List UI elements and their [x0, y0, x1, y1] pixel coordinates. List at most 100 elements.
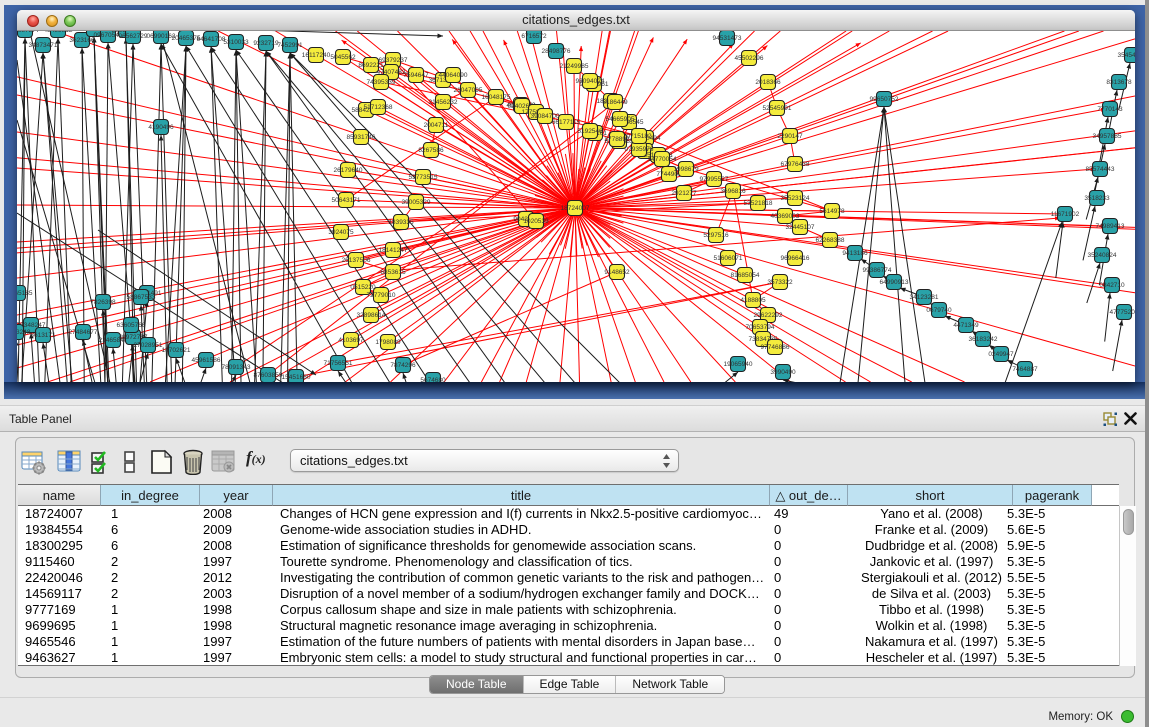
- svg-text:85931746: 85931746: [347, 134, 376, 141]
- svg-text:1998679: 1998679: [673, 166, 699, 173]
- svg-text:72779010: 72779010: [367, 292, 396, 299]
- svg-text:71756551: 71756551: [324, 360, 353, 367]
- svg-text:34873471: 34873471: [29, 42, 58, 49]
- svg-text:3924075: 3924075: [328, 229, 354, 236]
- svg-text:7594647: 7594647: [403, 72, 429, 79]
- svg-text:81685054: 81685054: [731, 272, 760, 279]
- svg-text:5045562: 5045562: [330, 54, 356, 61]
- svg-text:5674680: 5674680: [420, 377, 446, 382]
- svg-text:19065940: 19065940: [724, 361, 753, 368]
- svg-text:43455812: 43455812: [44, 31, 73, 34]
- svg-text:5186449: 5186449: [602, 99, 628, 106]
- svg-text:98094024: 98094024: [576, 78, 605, 85]
- svg-text:47775204: 47775204: [1110, 309, 1135, 316]
- svg-text:1020539: 1020539: [523, 218, 549, 225]
- svg-text:3623166: 3623166: [69, 37, 95, 44]
- svg-text:16048175: 16048175: [482, 94, 511, 101]
- svg-text:5614978: 5614978: [819, 208, 845, 215]
- svg-text:51606071: 51606071: [714, 255, 743, 262]
- svg-text:8313678: 8313678: [1106, 79, 1132, 86]
- svg-text:8613171: 8613171: [30, 332, 56, 339]
- svg-text:36183242: 36183242: [969, 336, 998, 343]
- svg-text:9232719: 9232719: [253, 40, 279, 47]
- svg-text:06562729: 06562729: [119, 33, 148, 40]
- svg-text:28498776: 28498776: [542, 48, 571, 55]
- svg-text:2921277: 2921277: [671, 190, 697, 197]
- svg-text:66177115: 66177115: [552, 119, 581, 126]
- svg-text:2290147: 2290147: [777, 133, 803, 140]
- svg-text:07935978: 07935978: [625, 146, 654, 153]
- svg-text:85574443: 85574443: [1086, 166, 1115, 173]
- svg-text:27484677: 27484677: [69, 329, 98, 336]
- svg-text:3696816: 3696816: [720, 188, 746, 195]
- svg-text:58867533: 58867533: [127, 294, 156, 301]
- svg-text:18724007: 18724007: [561, 205, 590, 212]
- svg-text:6853615: 6853615: [380, 269, 406, 276]
- svg-text:32445107: 32445107: [786, 224, 815, 231]
- svg-text:99386774: 99386774: [863, 267, 892, 274]
- svg-text:26179640: 26179640: [334, 167, 363, 174]
- svg-text:97995527: 97995527: [700, 176, 729, 183]
- svg-text:6716572: 6716572: [521, 33, 547, 40]
- svg-text:7464887: 7464887: [1012, 366, 1038, 373]
- svg-text:5297516: 5297516: [703, 232, 729, 239]
- svg-text:44064090: 44064090: [439, 72, 468, 79]
- svg-text:5192546: 5192546: [577, 128, 603, 135]
- svg-text:74989413: 74989413: [1096, 223, 1125, 230]
- svg-text:2018366: 2018366: [755, 79, 781, 86]
- svg-text:32898614: 32898614: [357, 312, 386, 319]
- svg-text:26137506: 26137506: [342, 257, 371, 264]
- svg-text:27028951: 27028951: [134, 342, 163, 349]
- svg-text:87603859: 87603859: [254, 372, 283, 379]
- svg-text:4188805: 4188805: [740, 297, 766, 304]
- svg-text:71093248: 71093248: [17, 329, 31, 336]
- svg-text:7826398: 7826398: [90, 299, 116, 306]
- svg-text:4103697: 4103697: [338, 337, 364, 344]
- svg-text:7452991: 7452991: [277, 42, 303, 49]
- svg-text:3778892: 3778892: [604, 136, 630, 143]
- svg-text:52545991: 52545991: [763, 105, 792, 112]
- svg-text:0842710: 0842710: [1099, 282, 1125, 289]
- svg-text:5310033: 5310033: [223, 39, 249, 46]
- svg-text:67976438: 67976438: [781, 161, 810, 168]
- svg-text:05865185: 05865185: [17, 290, 33, 297]
- svg-text:15451680: 15451680: [282, 374, 311, 381]
- svg-text:50643171: 50643171: [332, 197, 361, 204]
- svg-text:63605766: 63605766: [117, 322, 146, 329]
- svg-text:64990913: 64990913: [880, 279, 909, 286]
- svg-text:45502296: 45502296: [735, 55, 764, 62]
- svg-text:1798089: 1798089: [375, 339, 401, 346]
- svg-text:34957885: 34957885: [1093, 133, 1122, 140]
- svg-text:1839335: 1839335: [388, 219, 414, 226]
- svg-text:51712368: 51712368: [364, 104, 393, 111]
- svg-text:39005329: 39005329: [402, 199, 431, 206]
- svg-text:69379237: 69379237: [379, 57, 408, 64]
- svg-text:18141247: 18141247: [379, 247, 408, 254]
- svg-text:21456232: 21456232: [429, 99, 458, 106]
- svg-text:3573322: 3573322: [767, 279, 793, 286]
- svg-text:0715182: 0715182: [626, 133, 652, 140]
- svg-text:53521818: 53521818: [744, 200, 773, 207]
- svg-text:14770054: 14770054: [648, 156, 677, 163]
- svg-text:3990490: 3990490: [770, 369, 796, 376]
- svg-text:29622292: 29622292: [754, 312, 783, 319]
- svg-text:99650752: 99650752: [870, 96, 899, 103]
- svg-text:94531473: 94531473: [713, 35, 742, 42]
- svg-text:11671902: 11671902: [1051, 211, 1080, 218]
- svg-text:62268388: 62268388: [816, 237, 845, 244]
- svg-text:35240824: 35240824: [1088, 252, 1117, 259]
- svg-text:35523124: 35523124: [781, 195, 810, 202]
- svg-text:70653794: 70653794: [746, 324, 775, 331]
- svg-text:98687277: 98687277: [17, 31, 40, 34]
- svg-text:54665905: 54665905: [606, 116, 635, 123]
- svg-text:9413186: 9413186: [842, 250, 868, 257]
- svg-text:35454948: 35454948: [1118, 52, 1135, 59]
- svg-text:34123281: 34123281: [910, 294, 939, 301]
- svg-text:4190496: 4190496: [148, 124, 174, 131]
- svg-text:0679740: 0679740: [926, 307, 952, 314]
- svg-text:53773515: 53773515: [409, 174, 438, 181]
- svg-text:18702621: 18702621: [162, 347, 191, 354]
- svg-text:45961586: 45961586: [192, 357, 221, 364]
- svg-text:7874296: 7874296: [390, 362, 416, 369]
- svg-text:97746886: 97746886: [761, 344, 790, 351]
